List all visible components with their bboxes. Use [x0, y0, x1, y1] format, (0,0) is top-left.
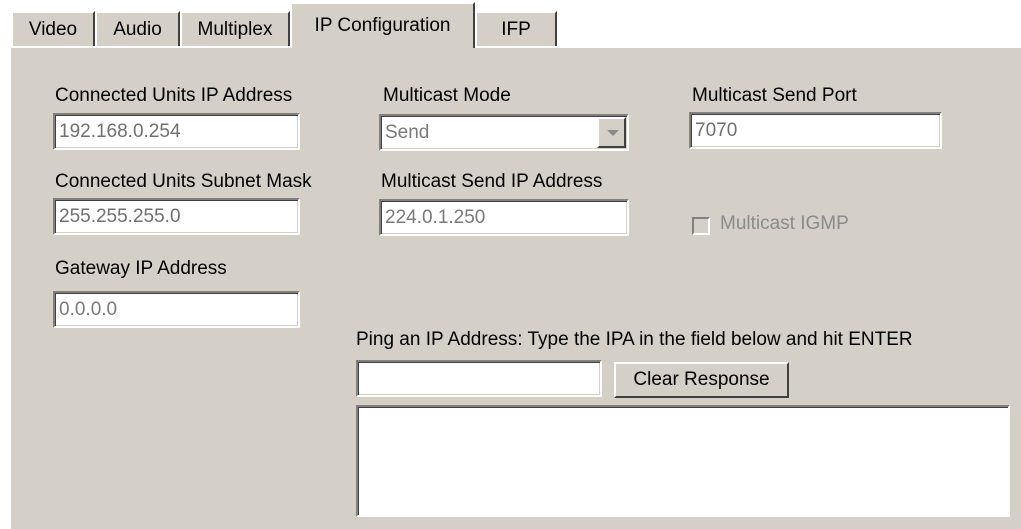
multicast-igmp-label: Multicast IGMP: [720, 213, 849, 234]
tab-ip-configuration[interactable]: IP Configuration: [290, 2, 475, 48]
multicast-mode-select[interactable]: Send: [379, 114, 629, 151]
tab-audio[interactable]: Audio: [95, 11, 180, 47]
ping-response-output[interactable]: [356, 405, 1010, 517]
multicast-send-ip-label: Multicast Send IP Address: [381, 171, 603, 192]
ping-ip-input[interactable]: [356, 360, 602, 397]
tab-multiplex[interactable]: Multiplex: [180, 11, 290, 47]
multicast-mode-value: Send: [385, 122, 430, 143]
ping-instructions: Ping an IP Address: Type the IPA in the …: [356, 329, 913, 350]
connected-ip-label: Connected Units IP Address: [55, 85, 293, 106]
subnet-mask-input[interactable]: 255.255.255.0: [53, 198, 300, 235]
chevron-down-icon: [607, 130, 619, 136]
subnet-mask-label: Connected Units Subnet Mask: [55, 171, 312, 192]
dropdown-button[interactable]: [597, 117, 626, 148]
tab-video[interactable]: Video: [11, 11, 95, 47]
multicast-igmp-checkbox[interactable]: [692, 217, 710, 235]
multicast-send-port-label: Multicast Send Port: [692, 85, 857, 106]
connected-ip-input[interactable]: 192.168.0.254: [53, 113, 300, 150]
multicast-send-ip-input[interactable]: 224.0.1.250: [379, 199, 629, 236]
tab-ifp[interactable]: IFP: [475, 11, 557, 47]
multicast-mode-label: Multicast Mode: [383, 85, 511, 106]
gateway-input[interactable]: 0.0.0.0: [53, 291, 300, 328]
multicast-send-port-input[interactable]: 7070: [689, 112, 942, 149]
clear-response-button[interactable]: Clear Response: [614, 362, 789, 398]
gateway-label: Gateway IP Address: [55, 258, 227, 279]
tab-strip: Video Audio Multiplex IP Configuration I…: [0, 0, 1021, 48]
